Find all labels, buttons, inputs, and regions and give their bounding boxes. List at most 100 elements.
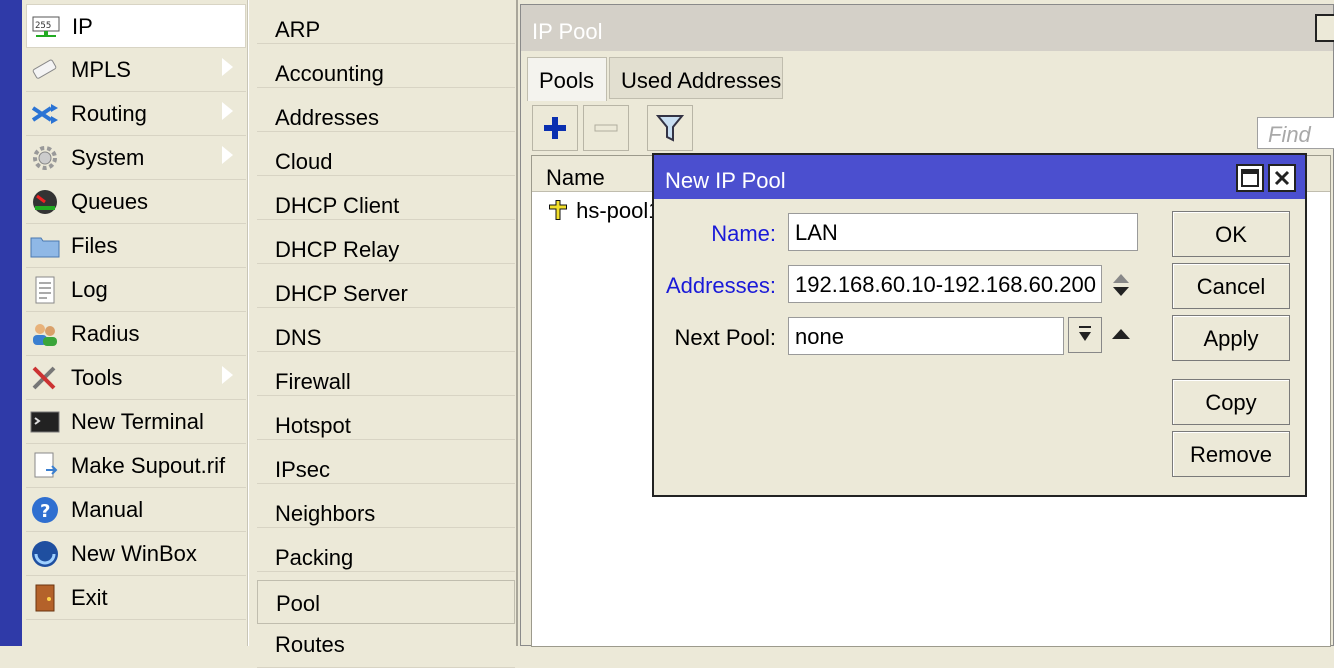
main-menu-item-make-supout[interactable]: Make Supout.rif	[26, 444, 246, 488]
main-menu-label: Make Supout.rif	[71, 453, 226, 478]
find-placeholder: Find	[1268, 122, 1311, 147]
tab-used-addresses[interactable]: Used Addresses	[609, 57, 783, 99]
dropdown-button[interactable]	[1068, 317, 1102, 353]
radius-icon	[30, 320, 60, 348]
folder-icon	[30, 232, 60, 260]
main-menu-label: Radius	[71, 321, 140, 346]
submenu-item-packing[interactable]: Packing	[257, 528, 515, 572]
ok-button[interactable]: OK	[1172, 211, 1290, 257]
main-menu-item-routing[interactable]: Routing	[26, 92, 246, 136]
main-menu-item-files[interactable]: Files	[26, 224, 246, 268]
log-icon	[30, 276, 60, 304]
apply-button[interactable]: Apply	[1172, 315, 1290, 361]
tools-icon	[30, 364, 60, 392]
button-label: Apply	[1203, 326, 1259, 351]
tab-label: Used Addresses	[621, 68, 782, 93]
submenu-label: DHCP Relay	[275, 237, 400, 262]
window-title-bar[interactable]: IP Pool	[521, 5, 1334, 51]
row-name: hs-pool1	[576, 198, 661, 223]
submenu-label: DHCP Server	[275, 281, 408, 306]
ip-submenu: ARP Accounting Addresses Cloud DHCP Clie…	[248, 0, 518, 668]
name-label: Name:	[711, 221, 776, 246]
main-menu-label: Manual	[71, 497, 144, 522]
addresses-field[interactable]: 192.168.60.10-192.168.60.200	[788, 265, 1102, 303]
collapse-up-icon[interactable]	[1110, 327, 1132, 341]
filter-button[interactable]	[647, 105, 693, 151]
pool-icon	[549, 200, 567, 220]
winbox-icon	[30, 540, 60, 568]
add-remove-arrows-icon[interactable]	[1110, 271, 1132, 299]
ip-icon: 255	[31, 13, 61, 41]
remove-dialog-button[interactable]: Remove	[1172, 431, 1290, 477]
button-label: Cancel	[1196, 274, 1266, 299]
new-ip-pool-dialog: New IP Pool Name: LAN Addresses: 192.168…	[652, 153, 1307, 497]
submenu-item-neighbors[interactable]: Neighbors	[257, 484, 515, 528]
submenu-label: Hotspot	[275, 413, 351, 438]
button-label: Copy	[1205, 390, 1257, 415]
submenu-item-ipsec[interactable]: IPsec	[257, 440, 515, 484]
maximize-icon[interactable]	[1236, 164, 1264, 192]
add-button[interactable]	[532, 105, 578, 151]
submenu-item-routes[interactable]: Routes	[257, 624, 515, 668]
maximize-icon[interactable]	[1315, 14, 1334, 42]
submenu-label: Addresses	[275, 105, 379, 130]
main-menu-label: New Terminal	[71, 409, 204, 434]
main-menu-item-manual[interactable]: ? Manual	[26, 488, 246, 532]
submenu-arrow-icon	[221, 57, 233, 77]
submenu-item-accounting[interactable]: Accounting	[257, 44, 515, 88]
main-menu-label: Exit	[71, 585, 108, 610]
next-pool-select[interactable]: none	[788, 317, 1064, 355]
main-menu: 255 IP MPLS Routing System Queues Files …	[22, 0, 248, 646]
submenu-item-firewall[interactable]: Firewall	[257, 352, 515, 396]
left-side-strip	[0, 0, 22, 646]
close-icon[interactable]	[1268, 164, 1296, 192]
main-menu-label: New WinBox	[71, 541, 197, 566]
tab-label: Pools	[539, 68, 595, 93]
main-menu-item-log[interactable]: Log	[26, 268, 246, 312]
dialog-title-bar[interactable]: New IP Pool	[654, 155, 1305, 199]
terminal-icon	[30, 408, 60, 436]
main-menu-label: Queues	[71, 189, 149, 214]
submenu-item-addresses[interactable]: Addresses	[257, 88, 515, 132]
main-menu-item-system[interactable]: System	[26, 136, 246, 180]
main-menu-label: IP	[72, 14, 93, 39]
main-menu-item-queues[interactable]: Queues	[26, 180, 246, 224]
column-header-name[interactable]: Name	[546, 165, 605, 191]
minus-icon	[594, 124, 618, 132]
submenu-arrow-icon	[222, 14, 234, 34]
window-title: IP Pool	[532, 19, 603, 44]
submenu-item-dhcp-client[interactable]: DHCP Client	[257, 176, 515, 220]
submenu-item-hotspot[interactable]: Hotspot	[257, 396, 515, 440]
submenu-arrow-icon	[221, 145, 233, 165]
name-field[interactable]: LAN	[788, 213, 1138, 251]
cancel-button[interactable]: Cancel	[1172, 263, 1290, 309]
submenu-item-dns[interactable]: DNS	[257, 308, 515, 352]
main-menu-label: System	[71, 145, 145, 170]
dialog-title: New IP Pool	[665, 168, 786, 193]
find-input[interactable]: Find	[1257, 117, 1334, 149]
submenu-item-cloud[interactable]: Cloud	[257, 132, 515, 176]
submenu-label: Routes	[275, 632, 345, 657]
submenu-item-dhcp-server[interactable]: DHCP Server	[257, 264, 515, 308]
main-menu-item-radius[interactable]: Radius	[26, 312, 246, 356]
main-menu-label: MPLS	[71, 57, 131, 82]
main-menu-item-mpls[interactable]: MPLS	[26, 48, 246, 92]
main-menu-item-tools[interactable]: Tools	[26, 356, 246, 400]
main-menu-item-new-winbox[interactable]: New WinBox	[26, 532, 246, 576]
remove-button[interactable]	[583, 105, 629, 151]
submenu-label: DHCP Client	[275, 193, 400, 218]
tab-pools[interactable]: Pools	[527, 57, 607, 101]
main-menu-item-ip[interactable]: 255 IP	[26, 4, 246, 48]
submenu-item-dhcp-relay[interactable]: DHCP Relay	[257, 220, 515, 264]
table-row[interactable]: hs-pool1	[546, 198, 661, 224]
main-menu-label: Files	[71, 233, 118, 258]
main-menu-item-exit[interactable]: Exit	[26, 576, 246, 620]
main-menu-label: Routing	[71, 101, 147, 126]
submenu-item-arp[interactable]: ARP	[257, 0, 515, 44]
filter-icon	[656, 115, 684, 142]
submenu-label: ARP	[275, 17, 321, 42]
main-menu-item-new-terminal[interactable]: New Terminal	[26, 400, 246, 444]
copy-button[interactable]: Copy	[1172, 379, 1290, 425]
submenu-item-pool[interactable]: Pool	[257, 580, 515, 624]
submenu-label: Accounting	[275, 61, 384, 86]
